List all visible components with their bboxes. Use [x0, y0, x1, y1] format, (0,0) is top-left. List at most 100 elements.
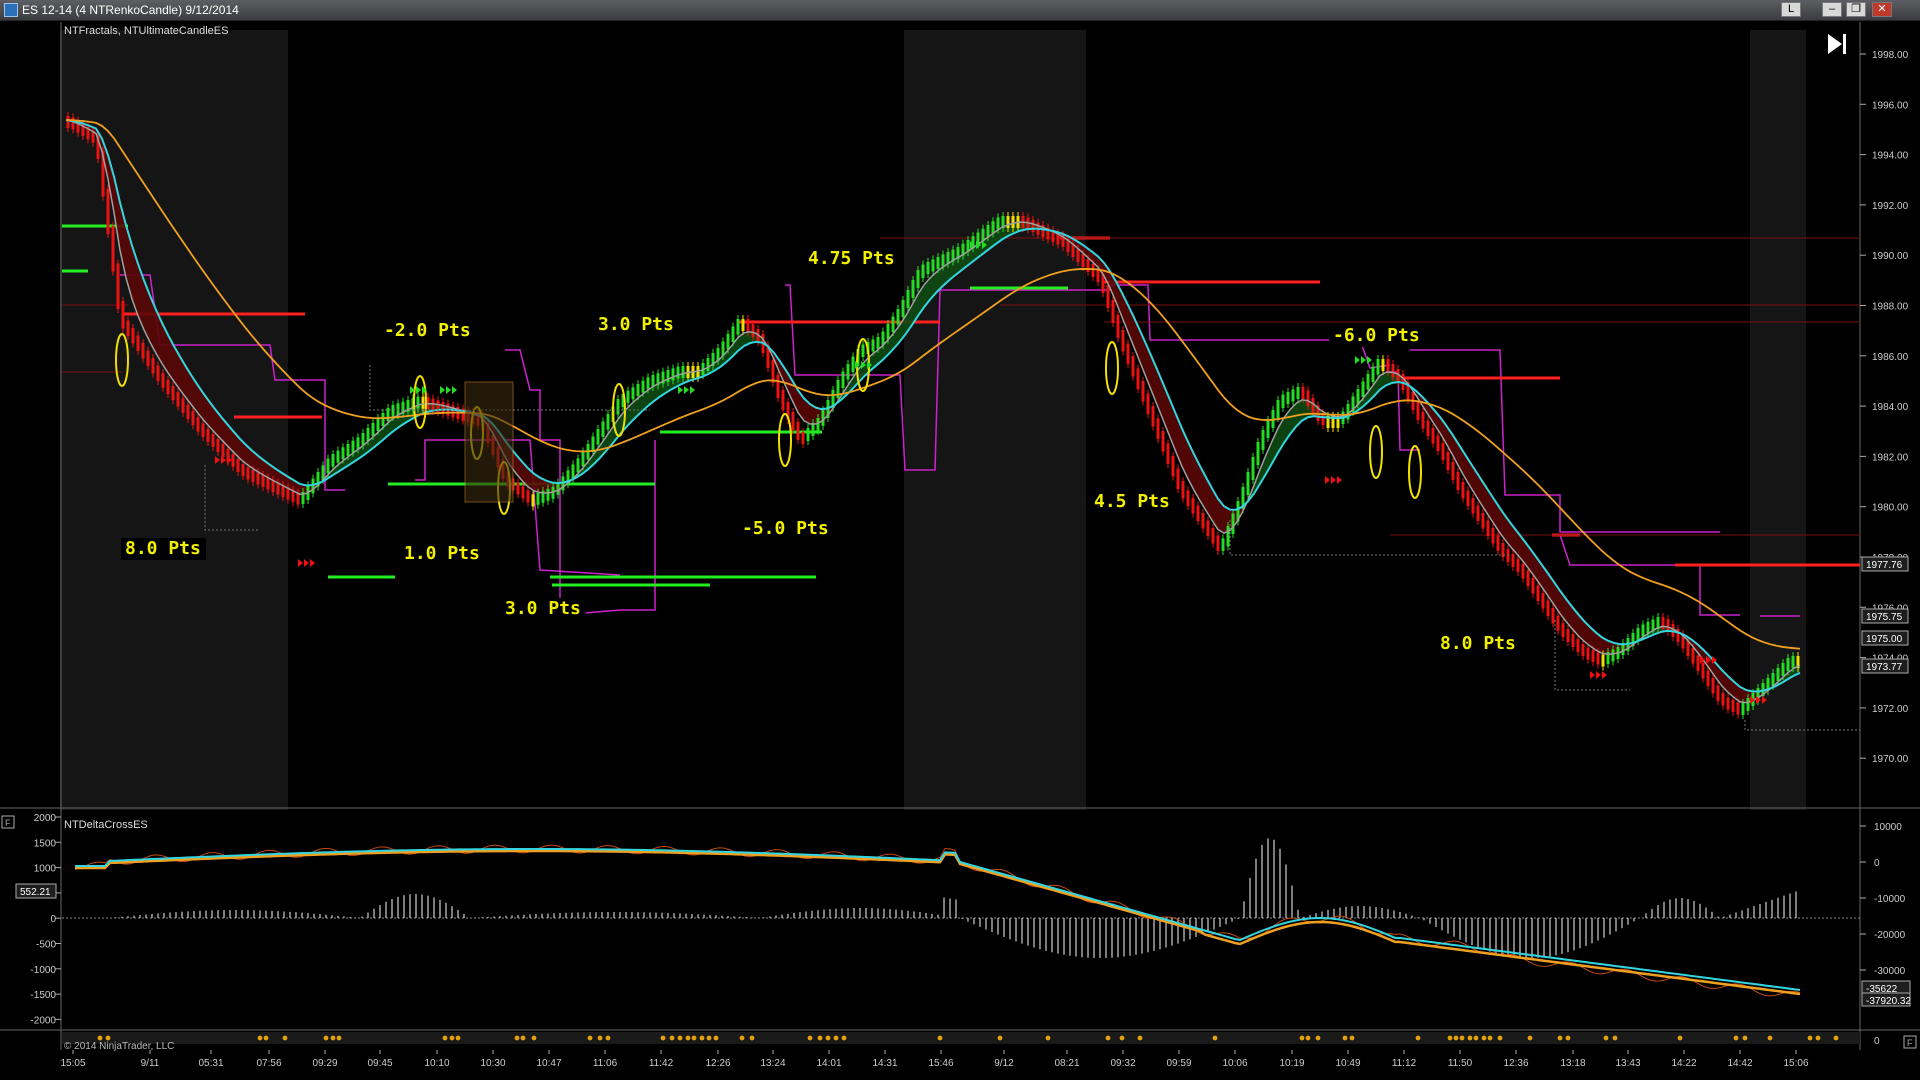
- candle-body: [776, 375, 780, 398]
- candle-body: [1196, 505, 1200, 521]
- time-label: 10:49: [1335, 1058, 1360, 1069]
- candle-body: [1156, 418, 1160, 439]
- price-marker-label: 1973.77: [1866, 662, 1903, 673]
- candle-body: [671, 368, 675, 381]
- candle-body: [1086, 259, 1090, 272]
- event-dot: [1119, 1035, 1125, 1041]
- time-label: 15:06: [1783, 1058, 1808, 1069]
- candle-body: [801, 432, 805, 444]
- signal-arrow: [1355, 356, 1360, 364]
- close-icon[interactable]: ✕: [1872, 2, 1892, 17]
- candle-body: [161, 373, 165, 388]
- candle-body: [1571, 634, 1575, 647]
- lower-indicator-label: NTDeltaCrossES: [64, 819, 148, 831]
- event-dot: [97, 1035, 103, 1041]
- chart-canvas[interactable]: NTFractals, NTUltimateCandleES NTDeltaCr…: [0, 20, 1920, 1080]
- event-dot: [1305, 1035, 1311, 1041]
- signal-arrow: [304, 559, 309, 567]
- candle-body: [546, 488, 550, 501]
- candle-body: [1031, 220, 1035, 232]
- signal-ellipse: [1105, 341, 1119, 395]
- candle-body: [1256, 442, 1260, 465]
- price-tick-label: 1972.00: [1872, 704, 1909, 715]
- candle-body: [156, 365, 160, 381]
- candle-body: [741, 319, 745, 331]
- layout-button[interactable]: L: [1781, 2, 1801, 17]
- time-label: 09:32: [1110, 1058, 1135, 1069]
- candle-body: [631, 387, 635, 400]
- minimize-icon[interactable]: –: [1822, 2, 1842, 17]
- candle-body: [841, 371, 845, 388]
- candle-body: [266, 477, 270, 490]
- candle-body: [321, 465, 325, 480]
- time-label: 14:01: [816, 1058, 841, 1069]
- panel-collapse-icon-right[interactable]: F: [1903, 1035, 1917, 1049]
- candle-body: [1201, 513, 1205, 529]
- time-label: 11:06: [593, 1058, 618, 1069]
- time-axis[interactable]: 15:05 9/11 05:31 07:56 09:29 09:45 10:10 10:30 1…: [60, 1050, 1809, 1069]
- delta-fast-line: [75, 848, 1801, 991]
- candle-body: [1716, 685, 1720, 701]
- event-dot: [691, 1035, 697, 1041]
- candle-body: [1151, 406, 1155, 427]
- candle-body: [196, 417, 200, 432]
- candle-body: [236, 459, 240, 472]
- window-titlebar[interactable]: ES 12-14 (4 NTRenkoCandle) 9/12/2014 L –…: [0, 0, 1920, 21]
- candle-body: [326, 458, 330, 474]
- candle-body: [1491, 528, 1495, 544]
- left-tick-label: -500: [36, 940, 56, 951]
- left-tick-label: -1500: [30, 990, 56, 1001]
- candle-body: [1601, 654, 1605, 667]
- candle-body: [1731, 700, 1735, 712]
- candle-body: [336, 450, 340, 463]
- event-dot: [1473, 1035, 1479, 1041]
- event-dot: [713, 1035, 719, 1041]
- price-axis[interactable]: 1998.00 1996.00 1994.00 1992.00 1990.00 1988.…: [1860, 50, 1909, 765]
- candle-body: [626, 390, 630, 403]
- candle-body: [1166, 443, 1170, 464]
- candle-body: [66, 116, 70, 128]
- candle-body: [1296, 387, 1300, 399]
- event-dot: [1481, 1035, 1487, 1041]
- time-label: 07:56: [256, 1058, 281, 1069]
- restore-icon[interactable]: ❐: [1846, 2, 1866, 17]
- event-dot: [1415, 1035, 1421, 1041]
- event-dot: [1815, 1035, 1821, 1041]
- price-tick-label: 1986.00: [1872, 352, 1909, 363]
- signal-arrow: [690, 386, 695, 394]
- candle-body: [641, 380, 645, 393]
- panel-collapse-icon[interactable]: F: [1, 815, 15, 829]
- scroll-to-end-icon[interactable]: [1828, 34, 1846, 54]
- signal-arrow: [1367, 356, 1372, 364]
- candle-body: [1266, 420, 1270, 438]
- event-dot: [449, 1035, 455, 1041]
- candle-body: [1426, 420, 1430, 436]
- candle-body: [356, 437, 360, 450]
- delta-cross-panel: [62, 838, 1860, 997]
- price-tick-label: 1970.00: [1872, 754, 1909, 765]
- event-dot: [263, 1035, 269, 1041]
- event-dot: [1447, 1035, 1453, 1041]
- candle-body: [1116, 315, 1120, 338]
- candle-body: [1281, 394, 1285, 408]
- time-label: 10:06: [1222, 1058, 1247, 1069]
- event-dot: [1767, 1035, 1773, 1041]
- event-dot: [749, 1035, 755, 1041]
- candle-body: [176, 392, 180, 407]
- price-marker-label: 1977.76: [1866, 560, 1903, 571]
- candle-body: [731, 326, 735, 342]
- candle-body: [151, 358, 155, 374]
- right-tick-label: -30000: [1874, 966, 1906, 977]
- candle-body: [216, 439, 220, 452]
- candle-body: [71, 117, 75, 130]
- candle-body: [1511, 554, 1515, 567]
- candle-body: [1461, 482, 1465, 499]
- candle-body: [396, 403, 400, 416]
- candle-body: [981, 228, 985, 241]
- event-dot: [336, 1035, 342, 1041]
- delta-slow-line: [75, 849, 1801, 996]
- candle-body: [346, 444, 350, 456]
- candle-body: [1131, 356, 1135, 377]
- trade-label: -2.0 Pts: [384, 320, 471, 341]
- candle-body: [1136, 368, 1140, 389]
